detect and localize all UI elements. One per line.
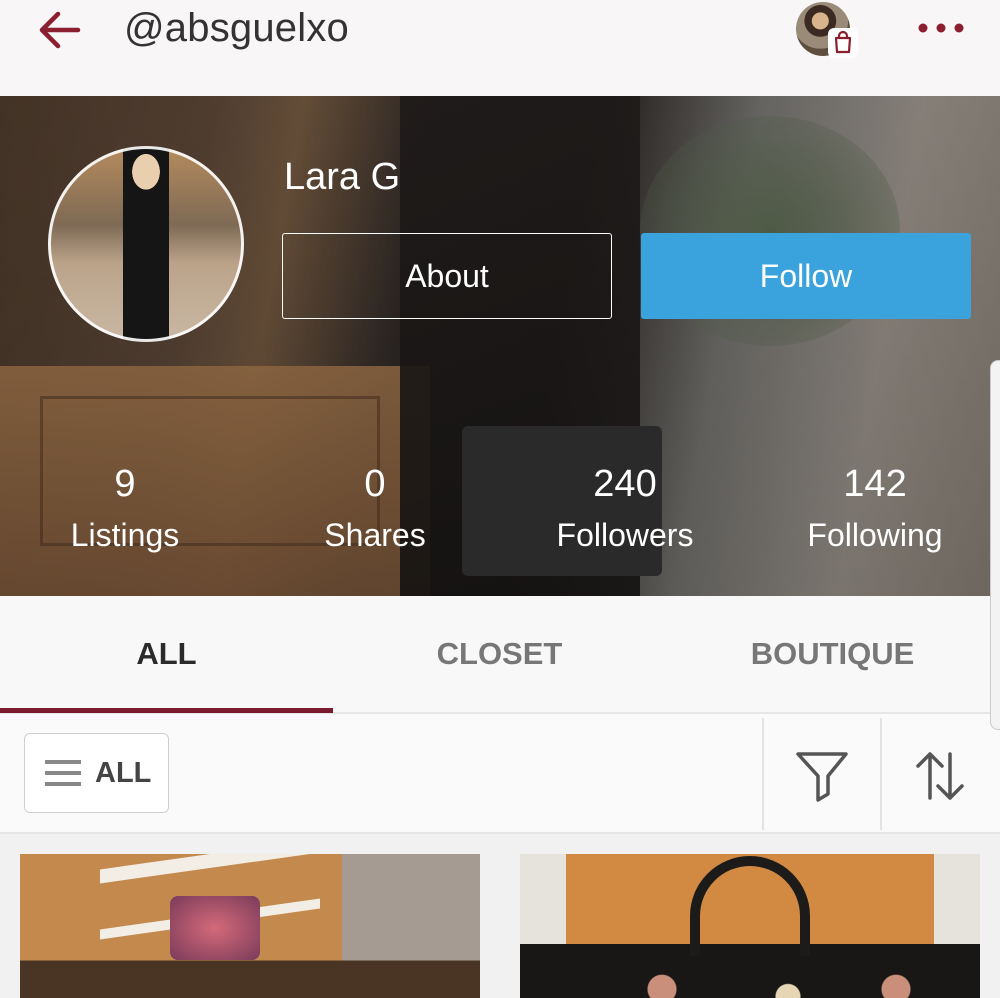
stat-listings[interactable]: 9 Listings bbox=[0, 462, 250, 556]
filter-icon bbox=[796, 752, 848, 802]
stat-followers[interactable]: 240 Followers bbox=[500, 462, 750, 556]
category-dropdown[interactable]: ALL bbox=[24, 733, 169, 813]
follow-button[interactable]: Follow bbox=[641, 233, 971, 319]
category-dropdown-label: ALL bbox=[95, 756, 152, 789]
closet-tabs: ALL CLOSET BOUTIQUE bbox=[0, 596, 1000, 714]
listing-image-monogram bbox=[590, 946, 950, 998]
listing-card[interactable] bbox=[520, 854, 980, 998]
listing-image-bag-handles bbox=[690, 856, 810, 956]
sort-icon bbox=[916, 752, 964, 800]
stat-following[interactable]: 142 Following bbox=[750, 462, 1000, 556]
stat-value: 9 bbox=[114, 463, 136, 505]
profile-handle: @absguelxo bbox=[124, 6, 349, 50]
stat-label: Followers bbox=[556, 517, 694, 553]
stat-value: 0 bbox=[364, 463, 386, 505]
stat-label: Following bbox=[807, 517, 943, 553]
about-button[interactable]: About bbox=[282, 233, 612, 319]
divider bbox=[880, 718, 882, 830]
sort-button[interactable] bbox=[908, 744, 972, 808]
top-app-bar: @absguelxo bbox=[0, 0, 1000, 96]
tab-closet[interactable]: CLOSET bbox=[333, 596, 666, 712]
stat-value: 142 bbox=[843, 463, 907, 505]
menu-icon bbox=[45, 760, 81, 786]
arrow-left-icon bbox=[39, 11, 81, 49]
filter-bar: ALL bbox=[0, 714, 1000, 834]
stat-shares[interactable]: 0 Shares bbox=[250, 462, 500, 556]
stat-label: Listings bbox=[70, 517, 180, 553]
listing-image-flower bbox=[170, 896, 260, 960]
scrollbar[interactable] bbox=[990, 360, 1000, 730]
listing-grid bbox=[0, 834, 1000, 998]
divider bbox=[762, 718, 764, 830]
tab-boutique[interactable]: BOUTIQUE bbox=[666, 596, 999, 712]
shopping-bag-icon[interactable] bbox=[828, 28, 858, 58]
stat-label: Shares bbox=[324, 517, 426, 553]
back-button[interactable] bbox=[36, 8, 84, 52]
profile-name: Lara G bbox=[284, 156, 401, 198]
active-tab-indicator bbox=[0, 708, 333, 713]
filter-button[interactable] bbox=[790, 744, 854, 808]
profile-photo[interactable] bbox=[48, 146, 244, 342]
stat-value: 240 bbox=[593, 463, 657, 505]
listing-card[interactable] bbox=[20, 854, 480, 998]
more-options-button[interactable] bbox=[916, 18, 966, 38]
tab-all[interactable]: ALL bbox=[0, 596, 333, 712]
more-horizontal-icon bbox=[918, 23, 964, 33]
